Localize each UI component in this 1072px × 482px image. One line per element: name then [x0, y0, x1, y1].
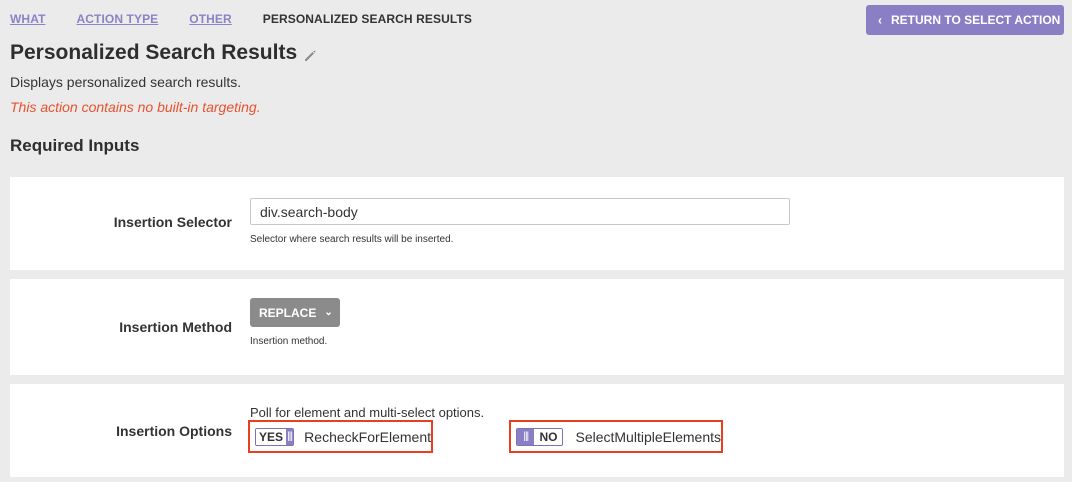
chevron-down-icon: ⌄: [324, 307, 333, 318]
insertion-options-help: Poll for element and multi-select option…: [250, 405, 485, 420]
return-button-label: RETURN TO SELECT ACTION: [891, 13, 1061, 27]
toggle-grip-icon: |||: [286, 428, 294, 445]
breadcrumb-other[interactable]: OTHER: [189, 12, 232, 26]
page-title: Personalized Search Results: [10, 41, 298, 64]
page-description: Displays personalized search results.: [10, 74, 242, 90]
return-to-select-action-button[interactable]: ‹ RETURN TO SELECT ACTION: [866, 5, 1064, 35]
insertion-method-label: Insertion Method: [119, 319, 232, 335]
pencil-icon[interactable]: [303, 49, 317, 63]
targeting-warning: This action contains no built-in targeti…: [10, 99, 261, 115]
breadcrumb-current: PERSONALIZED SEARCH RESULTS: [262, 12, 472, 26]
breadcrumb-what[interactable]: WHAT: [10, 12, 46, 26]
insertion-method-help: Insertion method.: [250, 336, 328, 347]
insertion-options-label: Insertion Options: [116, 423, 232, 439]
insertion-selector-label: Insertion Selector: [113, 214, 232, 230]
select-multiple-highlight-box: ||| NO SelectMultipleElements: [509, 420, 723, 453]
toggle-grip-icon: |||: [517, 428, 535, 445]
insertion-selector-card: Insertion Selector div.search-body Selec…: [10, 177, 1064, 270]
insertion-selector-help: Selector where search results will be in…: [250, 234, 454, 245]
select-multiple-elements-toggle[interactable]: ||| NO: [516, 427, 564, 446]
title-row: Personalized Search Results: [10, 41, 317, 65]
recheck-for-element-label: RecheckForElement: [304, 428, 431, 445]
breadcrumb: WHAT ACTION TYPE OTHER PERSONALIZED SEAR…: [10, 12, 503, 26]
select-multiple-elements-label: SelectMultipleElements: [575, 428, 721, 445]
breadcrumb-action-type[interactable]: ACTION TYPE: [77, 12, 159, 26]
toggle-state-no: NO: [534, 428, 563, 445]
toggle-state-yes: YES: [256, 428, 287, 445]
recheck-highlight-box: YES ||| RecheckForElement: [248, 420, 433, 453]
insertion-method-value: REPLACE: [259, 305, 317, 320]
insertion-method-card: Insertion Method REPLACE ⌄ Insertion met…: [10, 279, 1064, 375]
chevron-left-icon: ‹: [878, 12, 882, 28]
insertion-options-card: Insertion Options Poll for element and m…: [10, 384, 1064, 477]
insertion-method-dropdown[interactable]: REPLACE ⌄: [250, 298, 340, 327]
section-title-required-inputs: Required Inputs: [10, 136, 140, 155]
insertion-selector-input[interactable]: div.search-body: [250, 198, 790, 225]
recheck-for-element-toggle[interactable]: YES |||: [255, 427, 295, 446]
